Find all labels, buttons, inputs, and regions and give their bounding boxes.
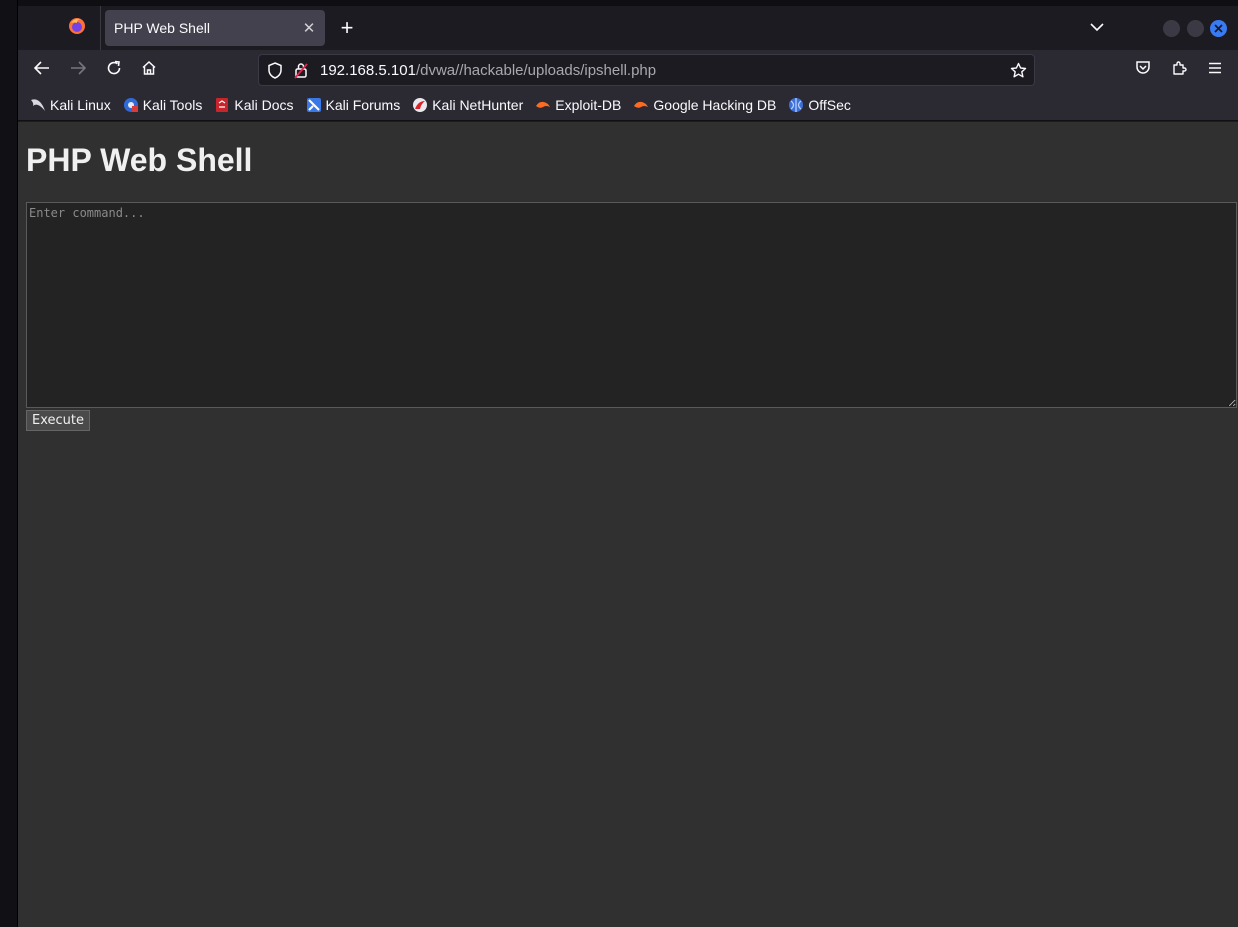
tab-separator	[100, 6, 101, 50]
arrow-left-icon	[33, 60, 50, 80]
forward-button[interactable]	[64, 56, 92, 84]
kali-forums-icon	[306, 97, 322, 113]
home-button[interactable]	[135, 56, 163, 84]
bookmark-offsec[interactable]: OffSec	[788, 97, 851, 113]
list-all-tabs-button[interactable]	[1084, 16, 1110, 40]
extensions-button[interactable]	[1165, 56, 1193, 84]
tab-bar: PHP Web Shell ✕ +	[18, 0, 1238, 50]
firefox-view-button[interactable]	[58, 13, 96, 43]
bookmark-label: Exploit-DB	[555, 97, 622, 113]
close-tab-icon[interactable]: ✕	[297, 16, 321, 40]
bookmark-google-hacking-db[interactable]: Google Hacking DB	[633, 97, 776, 113]
star-icon[interactable]	[1010, 62, 1027, 84]
url-text[interactable]: 192.168.5.101/dvwa//hackable/uploads/ips…	[320, 62, 656, 79]
command-input[interactable]	[26, 202, 1237, 408]
bookmark-label: Kali Forums	[325, 97, 401, 113]
bookmark-label: Kali Tools	[142, 97, 203, 113]
page-title: PHP Web Shell	[26, 142, 253, 178]
bookmark-label: Kali NetHunter	[432, 97, 524, 113]
pocket-icon	[1135, 60, 1151, 80]
bookmark-kali-linux[interactable]: Kali Linux	[30, 97, 111, 113]
bookmark-label: Kali Docs	[234, 97, 294, 113]
close-icon	[1214, 20, 1223, 38]
kali-tools-icon	[123, 97, 139, 113]
kali-nethunter-icon	[412, 97, 428, 113]
url-host: 192.168.5.101	[320, 62, 416, 79]
url-bar[interactable]: 192.168.5.101/dvwa//hackable/uploads/ips…	[258, 54, 1035, 86]
kali-dragon-icon	[30, 97, 46, 113]
bookmark-label: Kali Linux	[50, 97, 111, 113]
kali-docs-icon	[214, 97, 230, 113]
bookmark-kali-forums[interactable]: Kali Forums	[306, 97, 401, 113]
bookmark-label: Google Hacking DB	[653, 97, 777, 113]
reload-button[interactable]	[100, 56, 128, 84]
new-tab-button[interactable]: +	[334, 15, 360, 41]
maximize-button[interactable]	[1187, 20, 1204, 37]
bookmark-kali-docs[interactable]: Kali Docs	[214, 97, 294, 113]
close-window-button[interactable]	[1210, 20, 1227, 37]
exploit-db-icon	[535, 97, 551, 113]
back-button[interactable]	[28, 56, 56, 84]
firefox-icon	[68, 17, 86, 40]
extensions-icon	[1171, 60, 1187, 81]
tab-php-web-shell[interactable]: PHP Web Shell ✕	[105, 10, 325, 46]
bookmark-kali-tools[interactable]: Kali Tools	[123, 97, 203, 113]
shield-icon[interactable]	[267, 62, 283, 84]
bookmark-label: OffSec	[808, 97, 851, 113]
navigation-toolbar: 192.168.5.101/dvwa//hackable/uploads/ips…	[18, 50, 1238, 90]
execute-button[interactable]: Execute	[26, 410, 90, 431]
url-path: /dvwa//hackable/uploads/ipshell.php	[415, 62, 657, 79]
bookmarks-toolbar: Kali Linux Kali Tools Kali Docs Kali For…	[18, 90, 1238, 121]
page-content: PHP Web Shell Execute	[18, 122, 1238, 927]
offsec-icon	[788, 97, 804, 113]
desktop-edge	[0, 0, 18, 927]
pocket-button[interactable]	[1129, 56, 1157, 84]
browser-window: PHP Web Shell ✕ + 192.168.5.101/dvwa//ha…	[18, 0, 1238, 927]
home-icon	[141, 60, 157, 81]
tab-title: PHP Web Shell	[114, 20, 210, 36]
chevron-down-icon	[1090, 19, 1104, 37]
hamburger-menu-icon	[1208, 61, 1222, 79]
minimize-button[interactable]	[1163, 20, 1180, 37]
bookmark-kali-nethunter[interactable]: Kali NetHunter	[412, 97, 523, 113]
lock-icon[interactable]	[294, 62, 308, 84]
arrow-right-icon	[70, 60, 87, 80]
bookmark-exploit-db[interactable]: Exploit-DB	[535, 97, 621, 113]
application-menu-button[interactable]	[1201, 56, 1229, 84]
reload-icon	[106, 60, 122, 81]
ghdb-icon	[633, 97, 649, 113]
